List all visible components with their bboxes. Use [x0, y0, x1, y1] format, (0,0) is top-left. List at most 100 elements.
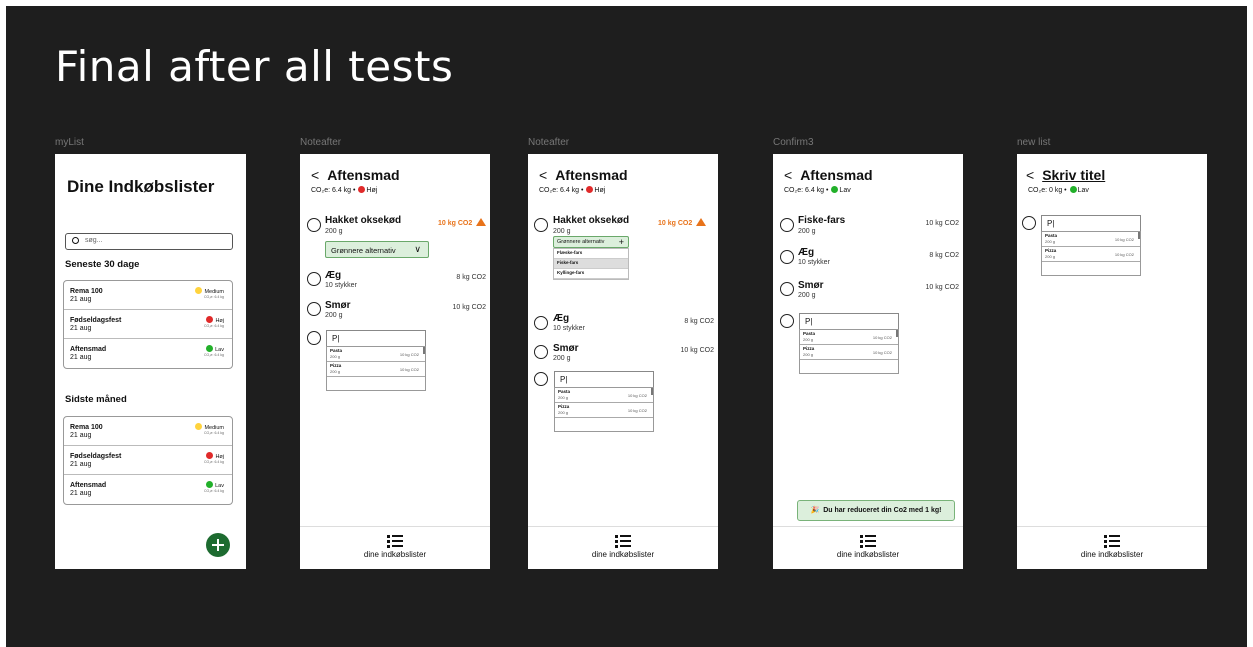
bottom-nav[interactable]: dine indkøbslister: [1017, 526, 1207, 569]
list-item[interactable]: Fødseldagsfest 21 aug Høj CO₂e: 6.4 kg: [64, 310, 232, 339]
back-button[interactable]: < Aftensmad: [311, 167, 400, 183]
party-popper-icon: 🎉: [810, 507, 820, 514]
item-checkbox[interactable]: [307, 218, 321, 232]
add-item-input[interactable]: P|: [554, 371, 654, 388]
list-icon: [860, 535, 876, 548]
search-input[interactable]: søg...: [65, 233, 233, 250]
warning-icon: [696, 218, 707, 226]
item-qty: 200 g: [553, 228, 571, 235]
frame-mylist: Dine Indkøbslister søg... Seneste 30 dag…: [55, 154, 246, 569]
title-input[interactable]: Skriv titel: [1042, 167, 1105, 183]
add-item-input[interactable]: P|: [1041, 215, 1141, 232]
suggestion-item[interactable]: Pizza 200 g 10 kg CO2: [800, 345, 898, 360]
alternative-list: Flæske-fars Fiske-fars Kyllinge-fars: [553, 248, 629, 280]
item-value: 8 kg CO2: [929, 252, 959, 259]
item-name: Hakket oksekød: [325, 215, 402, 226]
chevron-down-icon: ∨: [414, 244, 421, 254]
greener-alternative-button[interactable]: Grønnere alternativ +: [553, 236, 629, 248]
item-checkbox[interactable]: [307, 272, 321, 286]
suggestion-item[interactable]: Pizza 200 g 10 kg CO2: [327, 362, 425, 377]
list-item[interactable]: Aftensmad 21 aug Lav CO₂e: 6.4 kg: [64, 339, 232, 368]
level-dot: [205, 481, 213, 488]
frame-label-mylist: myList: [55, 137, 84, 148]
co2-summary: CO₂e: 0 kg • Lav: [1028, 186, 1089, 194]
item-value: 10 kg CO2: [925, 284, 959, 291]
suggestion-item[interactable]: Pizza 200 g 10 kg CO2: [555, 403, 653, 418]
level-dot: [1069, 186, 1077, 193]
item-checkbox[interactable]: [307, 331, 321, 345]
item-checkbox[interactable]: [1022, 216, 1036, 230]
co2-summary: CO₂e: 6.4 kg • Høj: [311, 186, 378, 194]
bottom-nav[interactable]: dine indkøbslister: [300, 526, 490, 569]
alternative-item[interactable]: Fiske-fars: [554, 259, 628, 269]
alternative-item[interactable]: Flæske-fars: [554, 249, 628, 259]
suggestion-item[interactable]: Pasta 200 g 10 kg CO2: [327, 347, 425, 362]
item-name: Æg: [325, 270, 342, 281]
item-value: 10 kg CO2: [680, 347, 714, 354]
item-checkbox[interactable]: [780, 250, 794, 264]
item-value-warning: 10 kg CO2: [658, 218, 707, 227]
section-recent: Seneste 30 dage: [65, 259, 140, 270]
item-name: Smør: [553, 343, 579, 354]
item-qty: 200 g: [325, 228, 343, 235]
list-icon: [387, 535, 403, 548]
item-value-warning: 10 kg CO2: [438, 218, 487, 227]
item-checkbox[interactable]: [534, 218, 548, 232]
suggestion-dropdown: Pasta 200 g 10 kg CO2 Pizza 200 g 10 kg CO2: [326, 346, 426, 391]
frame-label-confirm3: Confirm3: [773, 137, 814, 148]
item-checkbox[interactable]: [780, 282, 794, 296]
search-icon: [72, 237, 79, 244]
item-qty: 10 stykker: [798, 259, 830, 266]
frame-label-new-list: new list: [1017, 137, 1051, 148]
item-name: Smør: [798, 280, 824, 291]
list-item[interactable]: Aftensmad 21 aug Lav CO₂e: 6.4 kg: [64, 475, 232, 504]
frame-confirm3: < Aftensmad CO₂e: 6.4 kg • Lav Fiske-fars…: [773, 154, 963, 569]
item-value: 10 kg CO2: [452, 304, 486, 311]
item-qty: 200 g: [798, 228, 816, 235]
item-name: Fiske-fars: [798, 215, 846, 226]
level-dot: [194, 423, 202, 430]
item-value: 10 kg CO2: [925, 220, 959, 227]
suggestion-item[interactable]: Pizza 200 g 10 kg CO2: [1042, 247, 1140, 262]
back-button[interactable]: < Skriv titel: [1026, 167, 1105, 183]
level-dot: [205, 345, 213, 352]
bottom-nav[interactable]: dine indkøbslister: [528, 526, 718, 569]
item-name: Hakket oksekød: [553, 215, 630, 226]
item-checkbox[interactable]: [780, 314, 794, 328]
item-value: 8 kg CO2: [684, 318, 714, 325]
suggestion-item[interactable]: Pasta 200 g 10 kg CO2: [555, 388, 653, 403]
back-button[interactable]: < Aftensmad: [784, 167, 873, 183]
level-dot: [586, 186, 594, 193]
item-qty: 10 stykker: [553, 325, 585, 332]
back-button[interactable]: < Aftensmad: [539, 167, 628, 183]
frame-noteafter-2: < Aftensmad CO₂e: 6.4 kg • Høj Hakket oks…: [528, 154, 718, 569]
suggestion-item[interactable]: Pasta 200 g 10 kg CO2: [1042, 232, 1140, 247]
add-item-input[interactable]: P|: [326, 330, 426, 347]
item-checkbox[interactable]: [307, 302, 321, 316]
section-last-month: Sidste måned: [65, 394, 127, 405]
add-item-input[interactable]: P|: [799, 313, 899, 330]
co2-summary: CO₂e: 6.4 kg • Lav: [784, 186, 851, 194]
alternative-item[interactable]: Kyllinge-fars: [554, 269, 628, 279]
frame-label-noteafter-1: Noteafter: [300, 137, 342, 148]
list-item[interactable]: Rema 100 21 aug Medium CO₂e: 6.4 kg: [64, 281, 232, 310]
item-checkbox[interactable]: [534, 345, 548, 359]
list-item[interactable]: Fødseldagsfest 21 aug Høj CO₂e: 6.4 kg: [64, 446, 232, 475]
design-canvas: Final after all tests myList Dine Indkøb…: [6, 6, 1247, 647]
level-dot: [831, 186, 839, 193]
item-checkbox[interactable]: [534, 316, 548, 330]
suggestion-dropdown: Pasta 200 g 10 kg CO2 Pizza 200 g 10 kg CO2: [554, 387, 654, 432]
suggestion-dropdown: Pasta 200 g 10 kg CO2 Pizza 200 g 10 kg CO2: [1041, 231, 1141, 276]
item-checkbox[interactable]: [780, 218, 794, 232]
level-dot: [205, 452, 213, 459]
co2-summary: CO₂e: 6.4 kg • Høj: [539, 186, 606, 194]
level-dot: [194, 287, 202, 294]
suggestion-item[interactable]: Pasta 200 g 10 kg CO2: [800, 330, 898, 345]
list-item[interactable]: Rema 100 21 aug Medium CO₂e: 6.4 kg: [64, 417, 232, 446]
item-checkbox[interactable]: [534, 372, 548, 386]
bottom-nav[interactable]: dine indkøbslister: [773, 526, 963, 569]
greener-alternative-button[interactable]: Grønnere alternativ ∨: [325, 241, 429, 258]
add-list-button[interactable]: [206, 533, 230, 557]
suggestion-dropdown: Pasta 200 g 10 kg CO2 Pizza 200 g 10 kg CO2: [799, 329, 899, 374]
list-icon: [615, 535, 631, 548]
